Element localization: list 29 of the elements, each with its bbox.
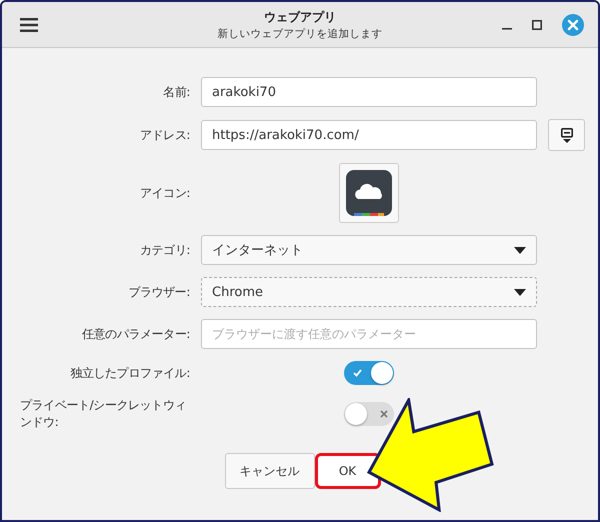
field-label: ブラウザー: — [128, 284, 190, 300]
field-label: 独立したプロファイル: — [69, 364, 190, 382]
window-subtitle: 新しいウェブアプリを追加します — [218, 26, 382, 40]
dialog-button[interactable]: OK — [314, 453, 380, 489]
dialog-button[interactable]: キャンセル — [224, 453, 314, 489]
field-label: アドレス: — [140, 126, 190, 144]
cross-icon — [380, 410, 388, 418]
text-field[interactable]: arakoki70 — [201, 77, 537, 107]
text-field[interactable]: https://arakoki70.com/ — [201, 120, 537, 150]
maximize-icon[interactable] — [532, 20, 542, 30]
check-icon — [353, 369, 362, 377]
field-label: プライベート/シークレットウィンドウ: — [20, 397, 188, 431]
field-label: 名前: — [163, 84, 190, 100]
dropdown[interactable]: Chrome — [201, 277, 537, 307]
window-title: ウェブアプリ — [264, 8, 336, 26]
monitor-icon — [560, 128, 572, 142]
close-icon[interactable] — [562, 14, 584, 36]
field-label: アイコン: — [140, 184, 190, 202]
dropdown[interactable]: インターネット — [201, 235, 537, 265]
field-label: カテゴリ: — [140, 242, 190, 258]
app-icon-button[interactable] — [339, 163, 399, 223]
cloud-icon — [346, 170, 392, 216]
menu-icon[interactable] — [20, 18, 38, 32]
toggle-switch[interactable] — [344, 402, 394, 426]
toggle-switch[interactable] — [344, 361, 394, 385]
favicon-button[interactable] — [548, 119, 585, 151]
dropdown-arrow-icon — [514, 246, 526, 254]
dropdown-arrow-icon — [514, 288, 526, 296]
field-label: 任意のパラメーター: — [82, 326, 190, 342]
